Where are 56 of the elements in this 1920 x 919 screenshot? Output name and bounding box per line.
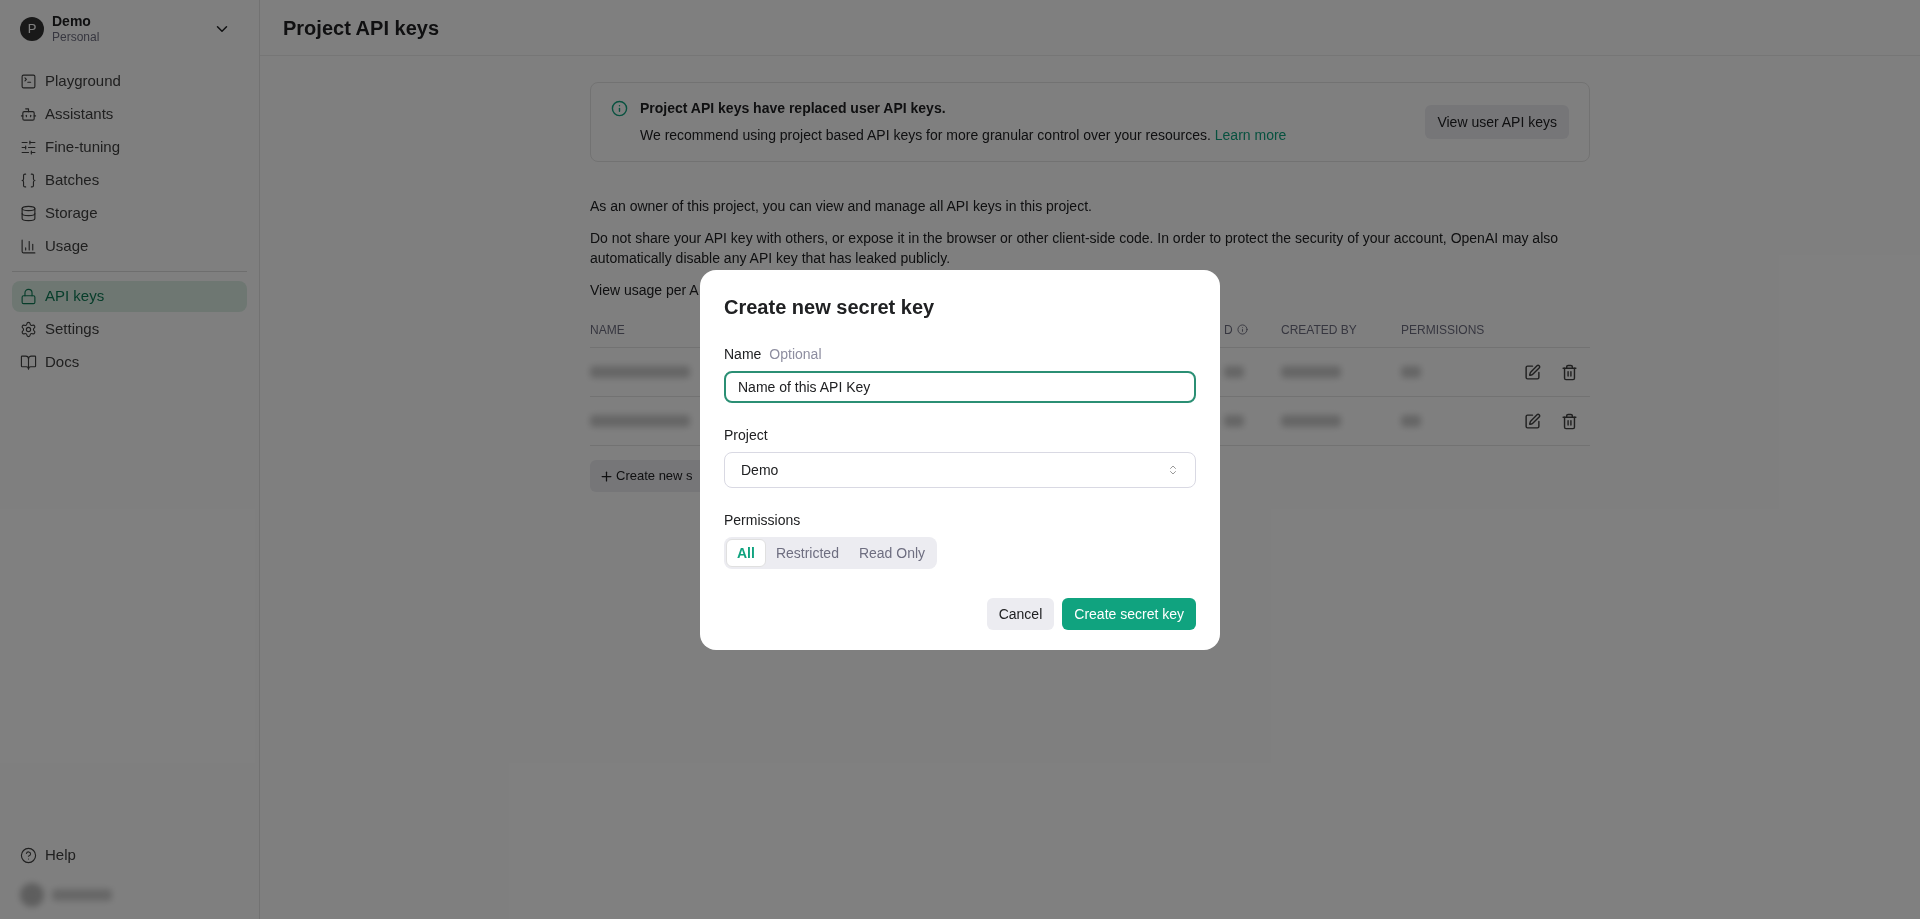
column-header: CREATED BY [1281,321,1357,339]
notice-text: We recommend using project based API keys for more granular control over your resources. Learn more [640,126,1288,145]
avatar: P [20,17,44,41]
sidebar-item[interactable]: Fine-tuning [12,132,247,163]
trash-icon[interactable] [1561,363,1578,381]
sidebar-item[interactable]: Docs [12,347,247,378]
create-secret-key-button[interactable]: Create secret key [1062,598,1196,630]
account-type: Personal [52,30,101,46]
column-header: D [1224,321,1233,339]
braces-icon [20,172,37,189]
sidebar-item[interactable]: Help [12,840,247,871]
view-user-keys-button[interactable]: View user API keys [1425,105,1569,139]
plus-icon [599,468,614,484]
info-icon [1236,324,1248,335]
dialog-title: Create new secret key [724,295,936,320]
field-hint: Optional [769,345,822,364]
permission-option[interactable]: Restricted [765,539,849,567]
permission-option[interactable]: Read Only [848,539,936,567]
permission-option[interactable]: All [726,539,766,567]
sidebar-item[interactable]: API keys [12,281,247,312]
help-icon [20,847,37,864]
cancel-button[interactable]: Cancel [986,598,1055,630]
trash-icon[interactable] [1561,412,1578,430]
usage-text: View usage per A [590,281,700,300]
chevrons-icon [1167,464,1179,476]
name-field[interactable]: Name of this API Key [724,371,1196,403]
lock-icon [20,288,37,305]
edit-icon[interactable] [1524,412,1541,430]
database-icon [20,205,37,222]
sidebar-item[interactable]: Settings [12,314,247,345]
field-label: Project [724,426,769,445]
bar-chart-icon [20,238,37,255]
terminal-icon [20,73,37,90]
notice-title: Project API keys have replaced user API keys. [640,99,947,118]
sidebar-item[interactable]: Assistants [12,99,247,130]
sidebar-item[interactable]: Usage [12,231,247,262]
sliders-icon [20,139,37,156]
account-name: Demo [52,12,92,31]
edit-icon[interactable] [1524,363,1541,381]
column-header: NAME [590,321,625,339]
project-select[interactable]: Demo [724,452,1196,488]
sidebar-item[interactable]: Storage [12,198,247,229]
book-icon [20,354,37,371]
column-header: PERMISSIONS [1401,321,1485,339]
sidebar-item[interactable]: Batches [12,165,247,196]
field-label: Name [724,345,762,364]
settings-icon [20,321,37,338]
description-text: Do not share your API key with others, or expose it in the browser or other client-side code. In order to protect the security of your account, OpenAI may also automatically disable any API key that has leaked publicly. [590,229,1560,268]
page-title: Project API keys [283,15,439,41]
learn-more-link[interactable]: Learn more [1214,127,1287,143]
robot-icon [20,106,37,123]
field-label: Permissions [724,511,802,530]
sidebar-item[interactable]: Playground [12,66,247,97]
description-text: As an owner of this project, you can view and manage all API keys in this project. [590,197,1093,216]
account-switcher[interactable]: P Demo Personal [12,12,247,46]
info-icon [611,100,628,117]
